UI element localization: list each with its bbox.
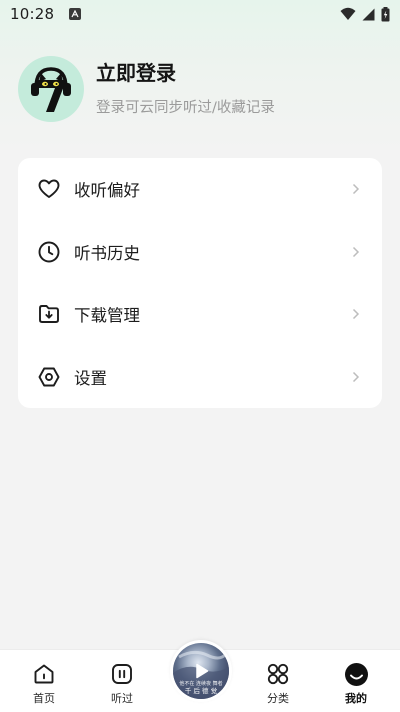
status-bar: 10:28 [0, 0, 400, 28]
wifi-icon [340, 7, 356, 20]
login-title[interactable]: 立即登录 [96, 57, 275, 86]
status-time: 10:28 [10, 5, 55, 23]
nav-label: 听过 [111, 692, 133, 705]
nav-listened[interactable]: 听过 [92, 650, 152, 712]
menu-item-label: 收听偏好 [74, 181, 140, 201]
download-folder-icon [37, 302, 61, 326]
cat-with-headphones-icon [31, 67, 71, 112]
signal-icon [362, 8, 375, 20]
login-subtitle: 登录可云同步听过/收藏记录 [96, 100, 275, 116]
heart-icon [37, 177, 61, 201]
mini-player[interactable]: 他不在 连续夜 舞者 千 后 德 觉 [170, 640, 232, 702]
chevron-right-icon [350, 244, 362, 260]
play-icon[interactable] [191, 661, 211, 681]
login-header[interactable]: 立即登录 登录可云同步听过/收藏记录 [18, 56, 382, 122]
menu-item-downloads[interactable]: 下载管理 [18, 283, 382, 346]
clock-icon [37, 240, 61, 264]
listened-icon [109, 661, 135, 687]
nav-label: 我的 [345, 692, 367, 705]
nav-category[interactable]: 分类 [248, 650, 308, 712]
app-notification-icon [69, 8, 82, 20]
settings-icon [37, 365, 61, 389]
status-indicators [340, 6, 390, 22]
profile-icon [343, 661, 369, 687]
avatar[interactable] [18, 56, 84, 122]
menu-item-settings[interactable]: 设置 [18, 346, 382, 409]
menu-item-label: 听书历史 [74, 243, 140, 263]
nav-profile[interactable]: 我的 [326, 650, 386, 712]
chevron-right-icon [350, 181, 362, 197]
menu-item-label: 下载管理 [74, 306, 140, 326]
category-icon [265, 661, 291, 687]
nav-label: 首页 [33, 692, 55, 705]
menu-item-label: 设置 [74, 368, 107, 388]
home-icon [31, 661, 57, 687]
cover-text-line2: 千 后 德 觉 [184, 687, 218, 695]
bottom-nav: 首页 听过 他不在 连续夜 舞者 千 后 德 觉 分类 我的 [0, 640, 400, 712]
menu-card: 收听偏好 听书历史 下载管理 设置 [18, 158, 382, 408]
chevron-right-icon [350, 369, 362, 385]
chevron-right-icon [350, 306, 362, 322]
battery-icon [381, 6, 390, 21]
menu-item-listening-preference[interactable]: 收听偏好 [18, 158, 382, 221]
menu-item-history[interactable]: 听书历史 [18, 221, 382, 284]
player-cover[interactable]: 他不在 连续夜 舞者 千 后 德 觉 [173, 643, 229, 699]
profile-screen: 10:28 立即登录 登录可云同步听过/收藏记录 收听偏好 听书历史 下载管理 … [0, 0, 400, 712]
nav-home[interactable]: 首页 [14, 650, 74, 712]
nav-label: 分类 [267, 692, 289, 705]
login-text-block: 立即登录 登录可云同步听过/收藏记录 [96, 61, 275, 117]
